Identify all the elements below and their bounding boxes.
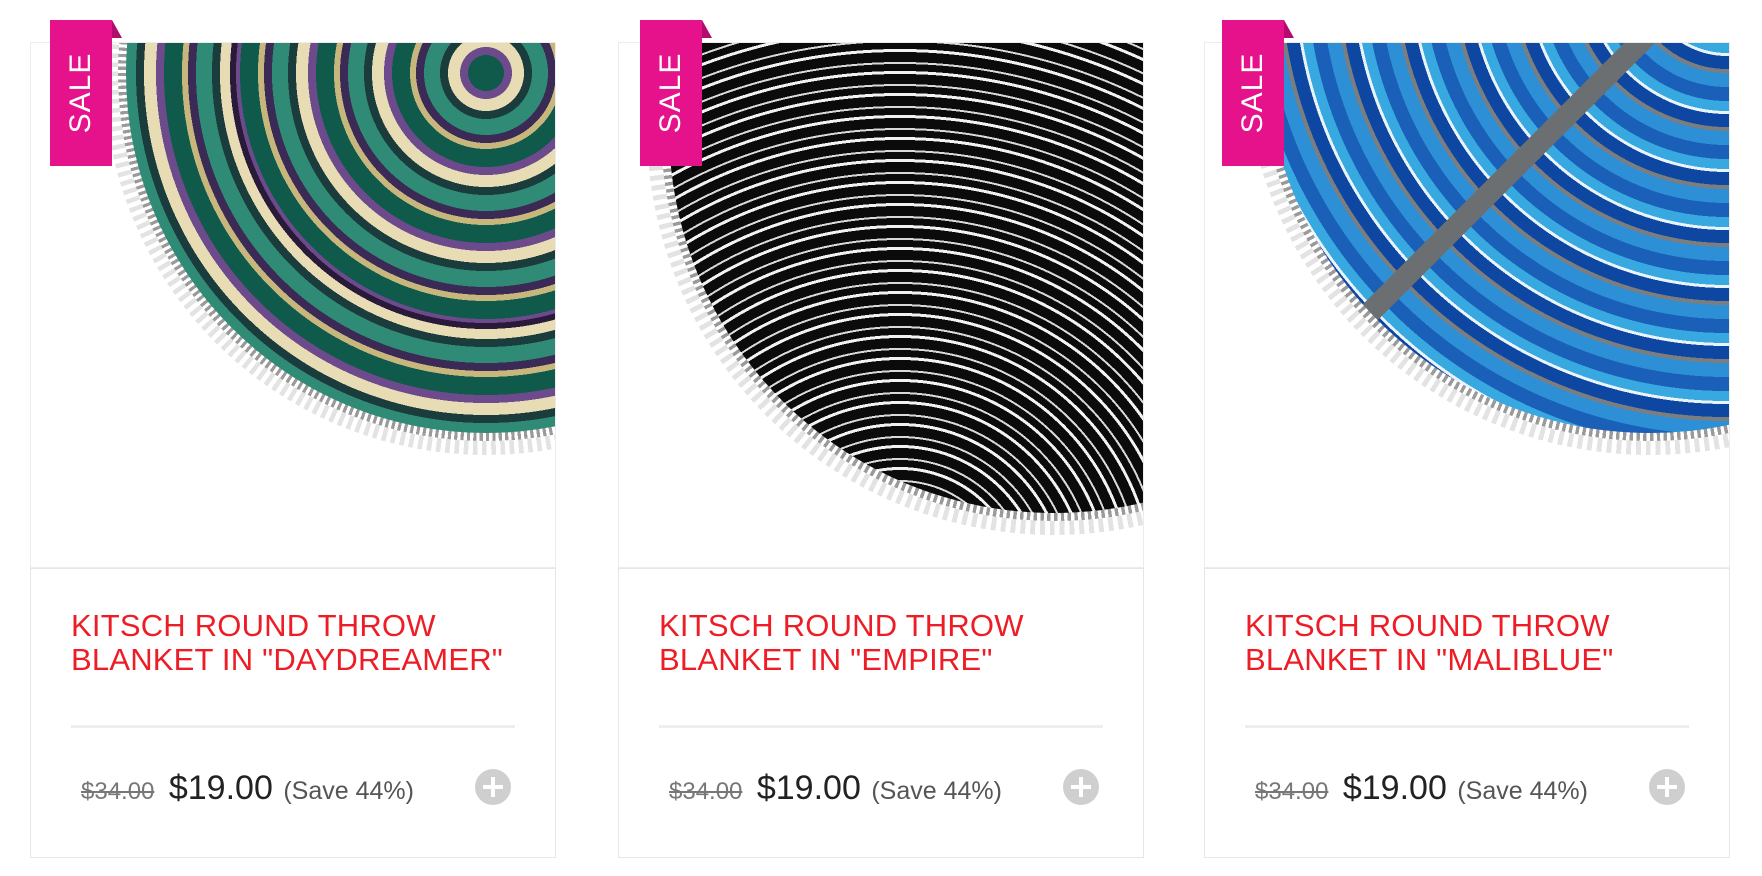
product-info: KITSCH ROUND THROW BLANKET IN "DAYDREAME… <box>30 568 556 858</box>
product-info: KITSCH ROUND THROW BLANKET IN "MALIBLUE"… <box>1204 568 1730 858</box>
product-title-link[interactable]: KITSCH ROUND THROW BLANKET IN "EMPIRE" <box>659 608 1024 677</box>
plus-circle-icon[interactable] <box>1063 769 1099 805</box>
blanket-image-maliblue <box>1243 43 1729 455</box>
price-row: $34.00 $19.00 (Save 44%) <box>1255 769 1588 808</box>
blanket-pattern <box>1265 43 1729 433</box>
product-title-line1: KITSCH ROUND THROW <box>1245 608 1610 643</box>
sale-price: $19.00 <box>756 769 861 807</box>
product-info: KITSCH ROUND THROW BLANKET IN "EMPIRE" $… <box>618 568 1144 858</box>
sale-badge: SALE <box>1222 20 1294 166</box>
original-price: $34.00 <box>81 778 155 805</box>
price-row: $34.00 $19.00 (Save 44%) <box>81 769 414 808</box>
product-title-line2: BLANKET IN "DAYDREAMER" <box>71 642 504 677</box>
original-price: $34.00 <box>1255 778 1329 805</box>
savings-text: (Save 44%) <box>1457 777 1588 805</box>
divider <box>659 725 1103 728</box>
product-title[interactable]: KITSCH ROUND THROW BLANKET IN "DAYDREAME… <box>71 609 511 677</box>
blanket-pattern <box>126 43 555 433</box>
plus-circle-icon[interactable] <box>475 769 511 805</box>
sale-badge-label: SALE <box>1236 52 1269 134</box>
product-title-line1: KITSCH ROUND THROW <box>659 608 1024 643</box>
price-row: $34.00 $19.00 (Save 44%) <box>669 769 1002 808</box>
product-title-link[interactable]: KITSCH ROUND THROW BLANKET IN "MALIBLUE" <box>1245 608 1613 677</box>
divider <box>1245 725 1689 728</box>
blanket-image-empire <box>647 43 1143 535</box>
product-title-line2: BLANKET IN "EMPIRE" <box>659 642 993 677</box>
product-title[interactable]: KITSCH ROUND THROW BLANKET IN "MALIBLUE" <box>1245 609 1685 677</box>
product-card: SALE KITSCH ROUND THROW BLANKET IN "EMPI… <box>618 0 1144 860</box>
product-title-line1: KITSCH ROUND THROW <box>71 608 436 643</box>
blanket-pattern <box>669 43 1143 513</box>
sale-badge-label: SALE <box>64 52 97 134</box>
blanket-image-daydreamer <box>104 43 555 455</box>
product-title-link[interactable]: KITSCH ROUND THROW BLANKET IN "DAYDREAME… <box>71 608 503 677</box>
sale-price: $19.00 <box>1342 769 1447 807</box>
savings-text: (Save 44%) <box>871 777 1002 805</box>
sale-price: $19.00 <box>168 769 273 807</box>
divider <box>71 725 515 728</box>
original-price: $34.00 <box>669 778 743 805</box>
product-card: SALE KITSCH ROUND THROW BLANKET IN "DAYD… <box>30 0 556 860</box>
product-grid: SALE KITSCH ROUND THROW BLANKET IN "DAYD… <box>0 0 1762 876</box>
product-card: SALE KITSCH ROUND THROW BLANKET IN "MALI… <box>1204 0 1730 860</box>
sale-badge: SALE <box>50 20 122 166</box>
sale-badge: SALE <box>640 20 712 166</box>
product-title[interactable]: KITSCH ROUND THROW BLANKET IN "EMPIRE" <box>659 609 1099 677</box>
plus-circle-icon[interactable] <box>1649 769 1685 805</box>
savings-text: (Save 44%) <box>283 777 414 805</box>
sale-badge-label: SALE <box>654 52 687 134</box>
product-title-line2: BLANKET IN "MALIBLUE" <box>1245 642 1614 677</box>
